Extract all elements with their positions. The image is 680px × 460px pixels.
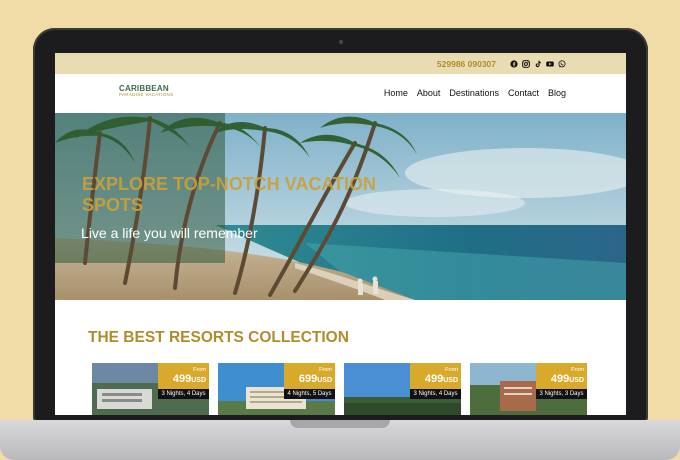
resort-cards: From 499USD 3 Nights, 4 Days From 699USD… xyxy=(92,363,587,415)
whatsapp-icon[interactable] xyxy=(558,59,566,68)
camera-dot xyxy=(338,40,343,44)
nights-label: 3 Nights, 4 Days xyxy=(158,389,209,399)
hero-title: EXPLORE TOP-NOTCH VACATION SPOTS xyxy=(82,174,377,215)
nav-item-blog[interactable]: Blog xyxy=(548,88,566,98)
website-screen: 529986 090307 CARIBBEAN PARADISE VACATIO… xyxy=(55,53,626,415)
nights-label: 3 Nights, 4 Days xyxy=(410,389,461,399)
laptop-notch xyxy=(290,420,390,428)
main-menu: Home About Destinations Contact Blog xyxy=(384,88,566,98)
price-badge: From 499USD xyxy=(158,363,209,389)
hero-subtitle: Live a life you will remember xyxy=(81,225,258,241)
nav-item-contact[interactable]: Contact xyxy=(508,88,539,98)
price-value: 499USD xyxy=(424,373,458,385)
price-badge: From 499USD xyxy=(410,363,461,389)
price-value: 499USD xyxy=(172,373,206,385)
price-value: 499USD xyxy=(550,373,584,385)
nav-item-home[interactable]: Home xyxy=(384,88,408,98)
phone-number[interactable]: 529986 090307 xyxy=(437,59,496,69)
logo-sub-text: PARADISE VACATIONS xyxy=(119,92,174,97)
tiktok-icon[interactable] xyxy=(534,60,542,68)
resort-card[interactable]: From 499USD 3 Nights, 4 Days xyxy=(92,363,209,415)
instagram-icon[interactable] xyxy=(522,59,530,68)
price-badge: From 499USD xyxy=(536,363,587,389)
resorts-heading: THE BEST RESORTS COLLECTION xyxy=(88,329,349,346)
nav-item-destinations[interactable]: Destinations xyxy=(449,88,499,98)
top-bar: 529986 090307 xyxy=(55,53,626,74)
resort-card[interactable]: From 499USD 3 Nights, 3 Days xyxy=(470,363,587,415)
hero-banner: EXPLORE TOP-NOTCH VACATION SPOTS Live a … xyxy=(55,113,626,300)
site-logo[interactable]: CARIBBEAN PARADISE VACATIONS xyxy=(119,85,173,98)
facebook-icon[interactable] xyxy=(510,59,518,68)
resort-card[interactable]: From 699USD 4 Nights, 5 Days xyxy=(218,363,335,415)
nights-label: 3 Nights, 3 Days xyxy=(536,389,587,399)
price-badge: From 699USD xyxy=(284,363,335,389)
laptop-base xyxy=(0,420,680,460)
navbar: CARIBBEAN PARADISE VACATIONS Home About … xyxy=(55,74,626,113)
resort-card[interactable]: From 499USD 3 Nights, 4 Days xyxy=(344,363,461,415)
nights-label: 4 Nights, 5 Days xyxy=(284,389,335,399)
price-value: 699USD xyxy=(298,373,332,385)
nav-item-about[interactable]: About xyxy=(417,88,441,98)
youtube-icon[interactable] xyxy=(546,60,554,68)
